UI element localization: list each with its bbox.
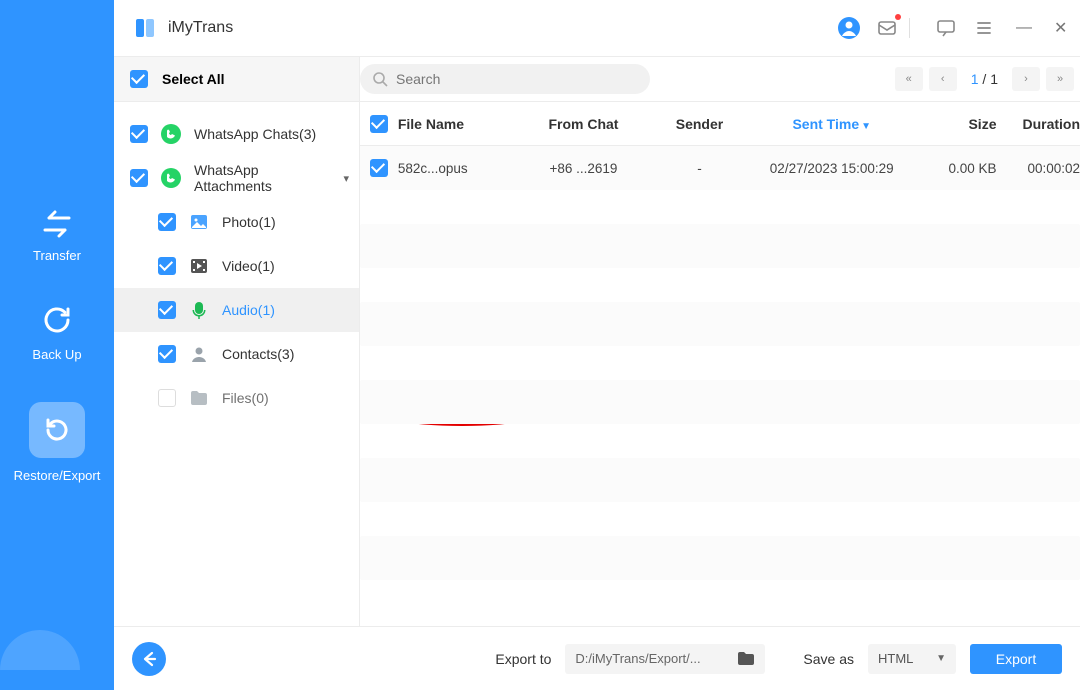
- nav-transfer[interactable]: Transfer: [0, 210, 114, 263]
- transfer-icon: [39, 210, 75, 238]
- col-senttime[interactable]: Sent Time▼: [751, 116, 913, 132]
- contacts-checkbox[interactable]: [158, 345, 176, 363]
- feedback-icon[interactable]: [934, 16, 958, 40]
- nav-backup[interactable]: Back Up: [0, 303, 114, 362]
- pager-next[interactable]: ›: [1012, 67, 1040, 91]
- photo-icon: [188, 211, 210, 233]
- video-icon: [188, 255, 210, 277]
- cell-filename: 582c...opus: [398, 161, 519, 176]
- inbox-icon[interactable]: [875, 16, 899, 40]
- folder-icon[interactable]: [737, 651, 755, 667]
- tree-audio[interactable]: Audio(1): [114, 288, 359, 332]
- nav-restore-label: Restore/Export: [14, 468, 101, 483]
- files-checkbox[interactable]: [158, 389, 176, 407]
- pager-prev[interactable]: ‹: [929, 67, 957, 91]
- search-box[interactable]: [360, 64, 650, 94]
- cloud-decor: [0, 630, 80, 670]
- export-button[interactable]: Export: [970, 644, 1062, 674]
- placeholder-row: [360, 380, 1080, 424]
- cell-senttime: 02/27/2023 15:00:29: [751, 161, 913, 176]
- files-label: Files(0): [222, 390, 359, 406]
- restore-icon: [29, 402, 85, 458]
- table-row[interactable]: 582c...opus +86 ...2619 - 02/27/2023 15:…: [360, 146, 1080, 190]
- app-title: iMyTrans: [168, 19, 233, 37]
- pager-position: 1 / 1: [971, 71, 998, 87]
- tree-whatsapp-attachments[interactable]: WhatsApp Attachments ▾: [114, 156, 359, 200]
- video-checkbox[interactable]: [158, 257, 176, 275]
- tree-photo[interactable]: Photo(1): [114, 200, 359, 244]
- select-all-row[interactable]: Select All: [114, 56, 359, 102]
- tree-contacts[interactable]: Contacts(3): [114, 332, 359, 376]
- files-icon: [188, 387, 210, 409]
- audio-label: Audio(1): [222, 302, 359, 318]
- photo-checkbox[interactable]: [158, 213, 176, 231]
- col-size[interactable]: Size: [913, 116, 997, 132]
- col-filename[interactable]: File Name: [398, 116, 519, 132]
- arrow-left-icon: [140, 650, 158, 668]
- chats-label: WhatsApp Chats(3): [194, 126, 359, 142]
- placeholder-row: [360, 302, 1080, 346]
- cell-sender: -: [648, 161, 750, 176]
- tree-video[interactable]: Video(1): [114, 244, 359, 288]
- app-sidebar: Transfer Back Up Restore/Export: [0, 0, 114, 690]
- nav-restore-export[interactable]: Restore/Export: [0, 402, 114, 483]
- whatsapp-icon: [160, 123, 182, 145]
- chats-checkbox[interactable]: [130, 125, 148, 143]
- chevron-down-icon: ▼: [936, 653, 946, 664]
- tree-whatsapp-chats[interactable]: WhatsApp Chats(3): [114, 112, 359, 156]
- audio-icon: [188, 299, 210, 321]
- row-checkbox[interactable]: [370, 159, 388, 177]
- whatsapp-icon: [160, 167, 182, 189]
- saveas-label: Save as: [803, 651, 854, 667]
- export-path: D:/iMyTrans/Export/...: [575, 651, 700, 666]
- cell-fromchat: +86 ...2619: [519, 161, 649, 176]
- video-label: Video(1): [222, 258, 359, 274]
- bottom-bar: Export to D:/iMyTrans/Export/... Save as…: [114, 626, 1080, 690]
- table-header: File Name From Chat Sender Sent Time▼ Si…: [360, 102, 1080, 146]
- audio-checkbox[interactable]: [158, 301, 176, 319]
- app-logo: iMyTrans: [132, 15, 233, 41]
- nav-transfer-label: Transfer: [33, 248, 81, 263]
- contacts-label: Contacts(3): [222, 346, 359, 362]
- placeholder-row: [360, 224, 1080, 268]
- placeholder-row: [360, 536, 1080, 580]
- select-all-checkbox[interactable]: [130, 70, 148, 88]
- col-fromchat[interactable]: From Chat: [519, 116, 649, 132]
- nav-backup-label: Back Up: [32, 347, 81, 362]
- content-area: « ‹ 1 / 1 › » File Name From Chat Sender…: [360, 56, 1080, 626]
- saveas-value: HTML: [878, 651, 913, 666]
- pager: « ‹ 1 / 1 › »: [895, 67, 1074, 91]
- backup-icon: [40, 303, 74, 337]
- export-to-label: Export to: [495, 651, 551, 667]
- search-icon: [372, 71, 388, 87]
- saveas-select[interactable]: HTML ▼: [868, 644, 956, 674]
- col-sender[interactable]: Sender: [648, 116, 750, 132]
- close-button[interactable]: ✕: [1054, 18, 1072, 38]
- attachments-label: WhatsApp Attachments: [194, 162, 331, 194]
- search-input[interactable]: [396, 71, 638, 87]
- tree-panel: Select All WhatsApp Chats(3) WhatsApp At…: [114, 56, 360, 626]
- select-all-label: Select All: [162, 71, 225, 87]
- pager-last[interactable]: »: [1046, 67, 1074, 91]
- tree-files[interactable]: Files(0): [114, 376, 359, 420]
- cell-size: 0.00 KB: [913, 161, 997, 176]
- minimize-button[interactable]: —: [1016, 19, 1034, 37]
- account-icon[interactable]: [837, 16, 861, 40]
- placeholder-row: [360, 458, 1080, 502]
- sort-desc-icon: ▼: [861, 121, 871, 132]
- export-path-box[interactable]: D:/iMyTrans/Export/...: [565, 644, 765, 674]
- content-toolbar: « ‹ 1 / 1 › »: [360, 56, 1080, 102]
- contacts-icon: [188, 343, 210, 365]
- col-duration[interactable]: Duration: [996, 116, 1080, 132]
- cell-duration: 00:00:02: [996, 161, 1080, 176]
- header-checkbox[interactable]: [370, 115, 388, 133]
- photo-label: Photo(1): [222, 214, 359, 230]
- pager-first[interactable]: «: [895, 67, 923, 91]
- logo-icon: [132, 15, 158, 41]
- chevron-down-icon: ▾: [343, 172, 349, 185]
- attachments-checkbox[interactable]: [130, 169, 148, 187]
- menu-icon[interactable]: [972, 16, 996, 40]
- back-button[interactable]: [132, 642, 166, 676]
- topbar: iMyTrans — ✕: [114, 0, 1090, 56]
